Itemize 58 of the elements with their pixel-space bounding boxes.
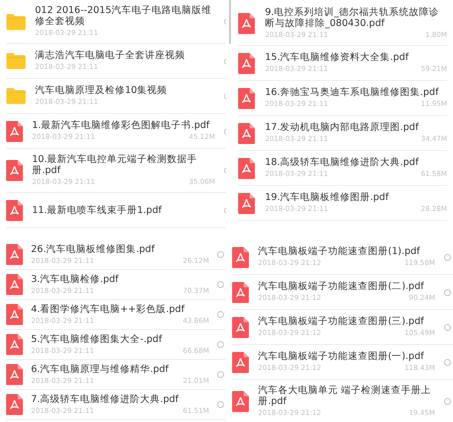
folder-icon xyxy=(6,53,26,69)
pdf-file-icon xyxy=(238,158,255,178)
pdf-file-icon xyxy=(232,246,249,268)
file-name[interactable]: 6.汽车电脑原理与维修精华.pdf xyxy=(31,364,209,374)
folder-icon xyxy=(6,14,26,30)
pdf-file-icon xyxy=(232,316,249,338)
file-name[interactable]: 18.高级轿车电脑维修进阶大典.pdf xyxy=(265,157,447,168)
select-radio[interactable] xyxy=(217,371,224,378)
select-radio[interactable] xyxy=(444,324,451,330)
select-radio[interactable] xyxy=(217,401,224,408)
file-name[interactable]: 汽车电脑板端子功能速查图册(二).pdf xyxy=(258,281,435,292)
file-name[interactable]: 4.看图学修汽车电脑++彩色版.pdf xyxy=(31,304,209,314)
file-name[interactable]: 10.最新汽车电控单元端子检测数据手册.pdf xyxy=(32,154,215,176)
select-radio[interactable] xyxy=(444,254,451,260)
file-name[interactable]: 汽车各大电脑单元 端子检测速查手册上册.pdf xyxy=(258,385,435,407)
pdf-file-icon xyxy=(238,13,255,34)
select-radio[interactable] xyxy=(217,311,224,318)
pdf-file-icon xyxy=(6,160,23,181)
file-name[interactable]: 满志浩汽车电脑电子全套讲座视频 xyxy=(35,50,215,61)
pdf-file-icon xyxy=(6,244,23,265)
select-radio[interactable] xyxy=(444,288,451,296)
pdf-file-icon xyxy=(232,282,249,302)
select-radio[interactable] xyxy=(217,281,224,288)
file-name[interactable]: 9.电控系列培训_德尔福共轨系统故障诊断与故障排除_080430.pdf xyxy=(265,7,447,29)
pdf-file-icon xyxy=(6,394,23,415)
scrollbar[interactable] xyxy=(229,0,231,44)
file-name[interactable]: 1.最新汽车电脑维修彩色图解电子书.pdf xyxy=(32,120,215,131)
pdf-file-icon xyxy=(6,334,23,355)
pdf-file-icon xyxy=(6,120,23,142)
file-name[interactable]: 26.汽车电脑板维修图集.pdf xyxy=(31,244,209,254)
pdf-file-icon xyxy=(232,352,249,372)
pdf-file-icon xyxy=(238,88,255,108)
file-name[interactable]: 15.汽车电脑维修资料大全集.pdf xyxy=(265,52,447,63)
pdf-file-icon xyxy=(232,391,249,412)
file-name[interactable]: 3.汽车电脑检修.pdf xyxy=(31,274,209,284)
file-name[interactable]: 16.奔驰宝马奥迪车系电脑维修图集.pdf xyxy=(265,87,447,98)
file-name[interactable]: 012 2016--2015汽车电子电路电脑版维修全套视频 xyxy=(35,5,215,27)
file-name[interactable]: 汽车电脑板端子功能速查图册(三).pdf xyxy=(258,316,435,327)
file-name[interactable]: 17.发动机电脑内部电路原理图.pdf xyxy=(265,122,447,133)
select-radio[interactable] xyxy=(217,251,224,258)
pdf-file-icon xyxy=(238,122,255,144)
select-radio[interactable] xyxy=(444,358,451,366)
pdf-file-icon xyxy=(6,200,23,220)
pdf-file-icon xyxy=(238,52,255,74)
folder-icon xyxy=(6,88,26,104)
file-name[interactable]: 7.高级轿车电脑维修进阶大典.pdf xyxy=(31,394,209,404)
pdf-file-icon xyxy=(6,364,23,385)
file-name[interactable]: 19.汽车电脑板维修图册.pdf xyxy=(265,192,447,203)
select-radio[interactable] xyxy=(217,341,224,348)
file-name[interactable]: 汽车电脑板端子功能速查图册(一).pdf xyxy=(258,351,435,362)
file-name[interactable]: 11.最新电喷车线束手册1.pdf xyxy=(32,204,215,216)
select-radio[interactable] xyxy=(444,398,451,405)
file-name[interactable]: 汽车电脑板端子功能速查图册(1).pdf xyxy=(258,246,435,257)
pdf-file-icon xyxy=(238,192,255,214)
file-name[interactable]: 5.汽车电脑维修图集大全-.pdf xyxy=(31,334,209,344)
pdf-file-icon xyxy=(6,304,23,325)
file-name[interactable]: 汽车电脑原理及检修10集视频 xyxy=(35,85,215,96)
pdf-file-icon xyxy=(6,274,23,295)
